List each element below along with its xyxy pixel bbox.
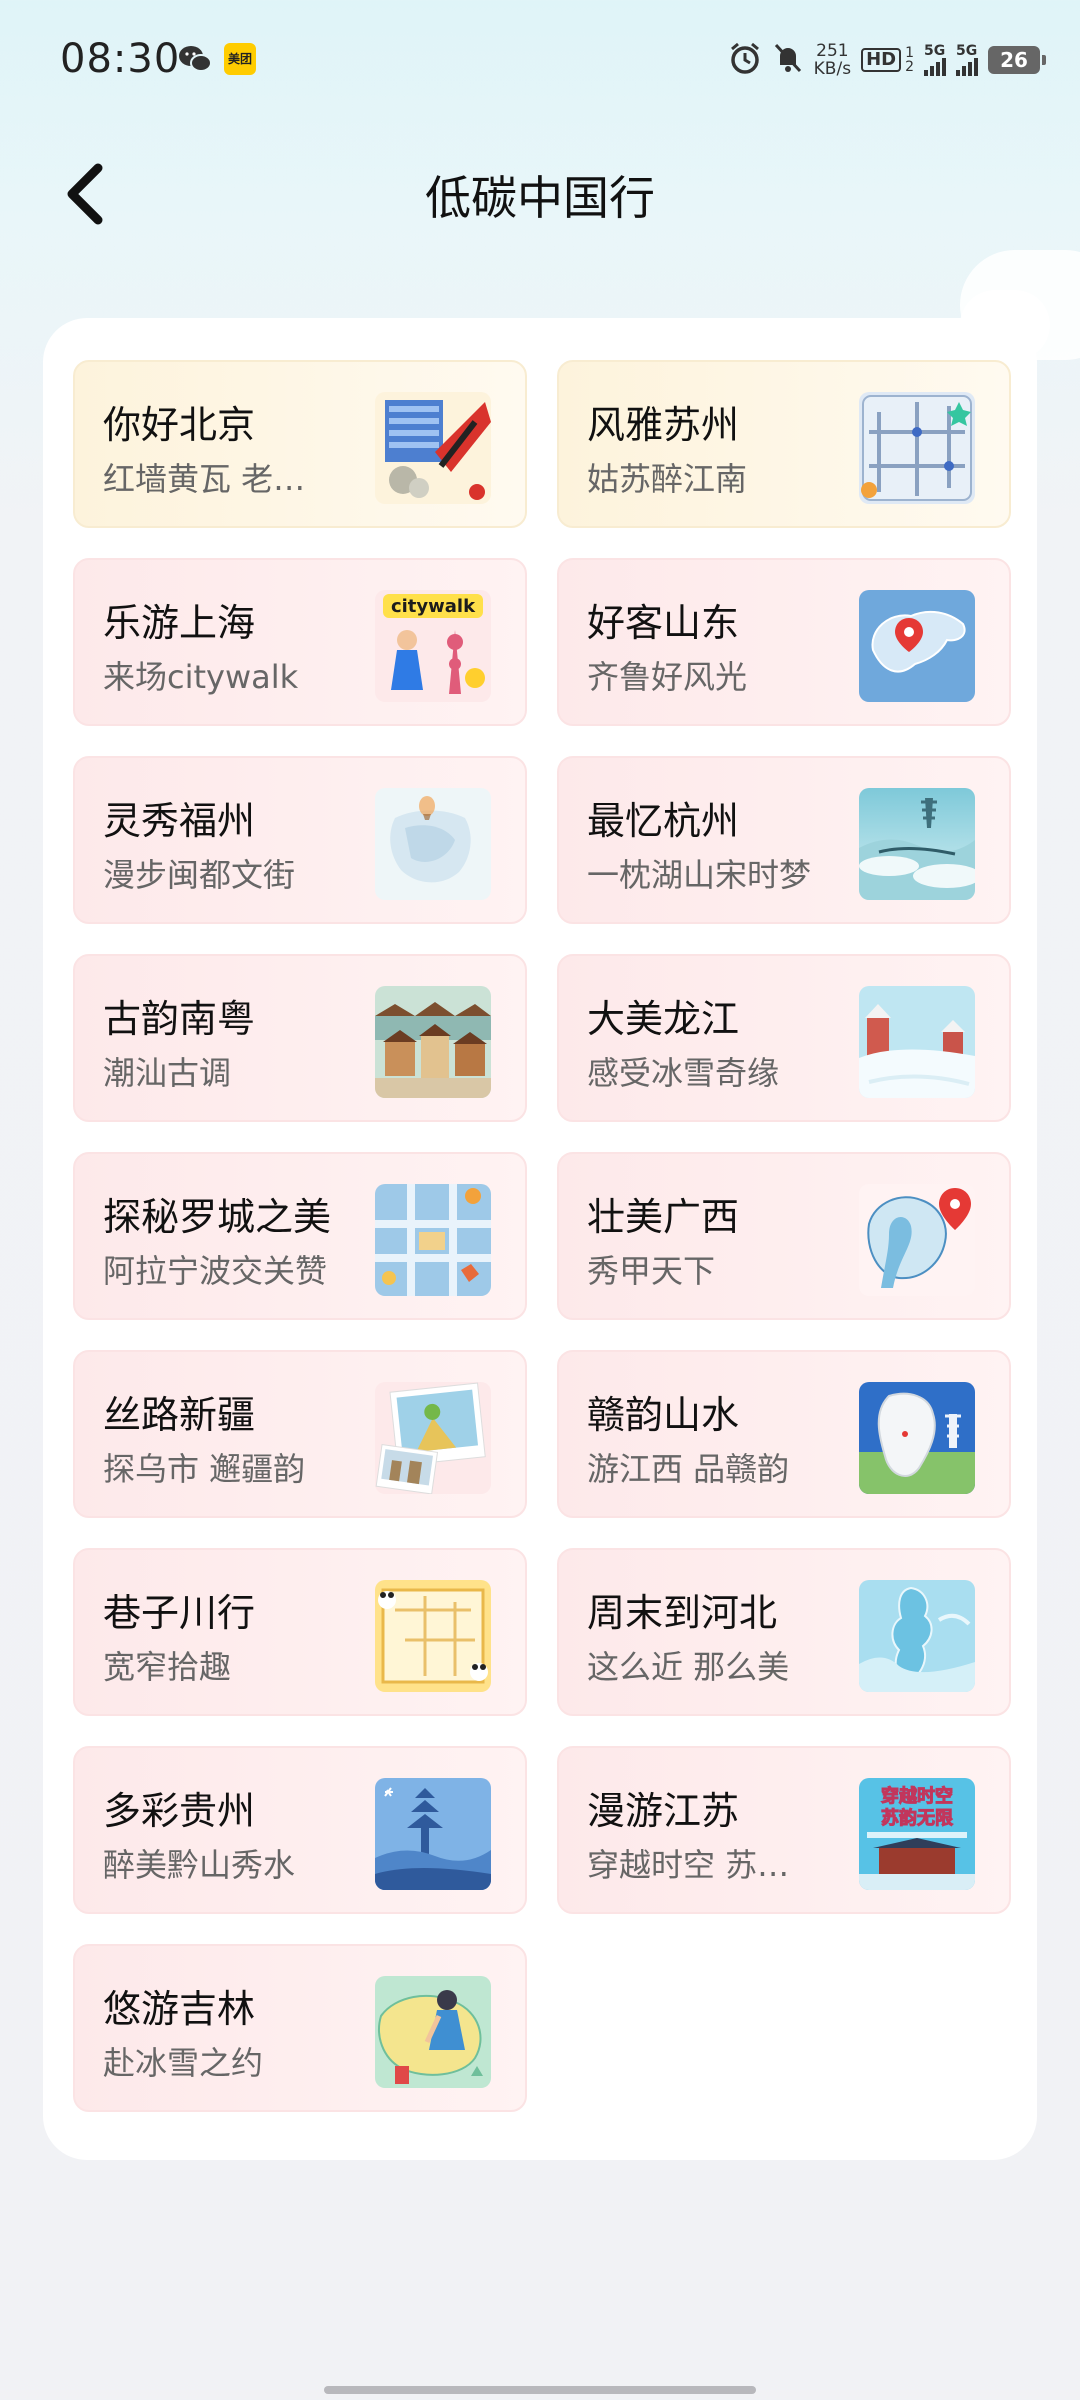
tile-subtitle: 赴冰雪之约 — [103, 2044, 264, 2082]
tile-subtitle: 醉美黔山秀水 — [103, 1846, 296, 1884]
tile-title: 大美龙江 — [587, 997, 740, 1041]
city-list-card: 你好北京 红墙黄瓦 老… 风雅苏州 姑苏醉江南 乐游上海 来场citywalk … — [43, 318, 1037, 2160]
beijing-illustration-icon — [375, 392, 491, 504]
city-tile-suzhou[interactable]: 风雅苏州 姑苏醉江南 — [557, 360, 1011, 528]
tile-subtitle: 来场citywalk — [103, 658, 299, 696]
network-speed: 251 KB/s — [814, 42, 851, 78]
xinjiang-photos-icon — [375, 1382, 491, 1494]
tile-title: 赣韵山水 — [587, 1393, 740, 1437]
guizhou-scene-icon — [375, 1778, 491, 1890]
tile-subtitle: 游江西 品赣韵 — [587, 1450, 790, 1488]
tile-title: 最忆杭州 — [587, 799, 740, 843]
city-tile-fuzhou[interactable]: 灵秀福州 漫步闽都文街 — [73, 756, 527, 924]
city-tile-shandong[interactable]: 好客山东 齐鲁好风光 — [557, 558, 1011, 726]
tile-subtitle: 一枕湖山宋时梦 — [587, 856, 812, 894]
ningbo-map-icon — [375, 1184, 491, 1296]
tile-title: 多彩贵州 — [103, 1789, 256, 1833]
tile-title: 好客山东 — [587, 601, 740, 645]
jiangsu-thumb-line1: 穿越时空 — [881, 1785, 953, 1807]
city-tile-jiangsu[interactable]: 漫游江苏 穿越时空 苏… 穿越时空 苏韵无限 — [557, 1746, 1011, 1914]
city-grid: 你好北京 红墙黄瓦 老… 风雅苏州 姑苏醉江南 乐游上海 来场citywalk … — [73, 360, 1011, 2112]
hebei-map-icon — [859, 1580, 975, 1692]
signal-5g-1-icon: 5G — [924, 44, 946, 76]
tile-subtitle: 探乌市 邂疆韵 — [103, 1450, 306, 1488]
shanghai-citywalk-icon: citywalk — [375, 590, 491, 702]
jiangxi-map-icon — [859, 1382, 975, 1494]
tile-subtitle: 姑苏醉江南 — [587, 460, 748, 498]
shandong-map-icon — [859, 590, 975, 702]
jilin-map-icon — [375, 1976, 491, 2088]
tile-title: 古韵南粤 — [103, 997, 256, 1041]
guangxi-map-icon — [859, 1184, 975, 1296]
jiangsu-poster-icon: 穿越时空 苏韵无限 — [859, 1778, 975, 1890]
snow-scene-icon — [859, 986, 975, 1098]
city-tile-jilin[interactable]: 悠游吉林 赴冰雪之约 — [73, 1944, 527, 2112]
city-tile-longjiang[interactable]: 大美龙江 感受冰雪奇缘 — [557, 954, 1011, 1122]
signal-5g-2-icon: 5G — [956, 44, 978, 76]
city-tile-shanghai[interactable]: 乐游上海 来场citywalk citywalk — [73, 558, 527, 726]
city-tile-beijing[interactable]: 你好北京 红墙黄瓦 老… — [73, 360, 527, 528]
tile-title: 巷子川行 — [103, 1591, 256, 1635]
fuzhou-map-icon — [375, 788, 491, 900]
tile-subtitle: 感受冰雪奇缘 — [587, 1054, 780, 1092]
tile-subtitle: 齐鲁好风光 — [587, 658, 748, 696]
hd-icon: HD — [861, 48, 902, 72]
status-icons: 251 KB/s HD 1 2 5G 5G 26 — [728, 38, 1046, 82]
chaoshan-town-icon — [375, 986, 491, 1098]
tile-subtitle: 宽窄拾趣 — [103, 1648, 232, 1686]
tile-subtitle: 红墙黄瓦 老… — [103, 460, 306, 498]
tile-title: 风雅苏州 — [587, 403, 740, 447]
header: 低碳中国行 — [0, 140, 1080, 240]
network-speed-value: 251 — [816, 41, 849, 61]
tile-title: 探秘罗城之美 — [103, 1195, 332, 1239]
city-tile-hebei[interactable]: 周末到河北 这么近 那么美 — [557, 1548, 1011, 1716]
sim1-label: 1 — [905, 45, 914, 61]
wechat-icon — [178, 44, 212, 74]
city-tile-guizhou[interactable]: 多彩贵州 醉美黔山秀水 — [73, 1746, 527, 1914]
jiangsu-thumb-line2: 苏韵无限 — [881, 1807, 954, 1829]
suzhou-map-icon — [859, 392, 975, 504]
tile-title: 乐游上海 — [103, 601, 256, 645]
tile-subtitle: 穿越时空 苏… — [587, 1846, 790, 1884]
city-tile-xinjiang[interactable]: 丝路新疆 探乌市 邂疆韵 — [73, 1350, 527, 1518]
sichuan-map-icon — [375, 1580, 491, 1692]
tile-title: 灵秀福州 — [103, 799, 256, 843]
meituan-icon: 美团 — [224, 43, 256, 75]
alarm-icon — [728, 41, 762, 79]
tile-title: 壮美广西 — [587, 1195, 740, 1239]
tile-title: 悠游吉林 — [103, 1987, 256, 2031]
tile-title: 漫游江苏 — [587, 1789, 740, 1833]
tile-subtitle: 漫步闽都文街 — [103, 856, 296, 894]
tile-title: 丝路新疆 — [103, 1393, 256, 1437]
sim-indicator: 1 2 — [905, 46, 914, 74]
tile-subtitle: 潮汕古调 — [103, 1054, 232, 1092]
citywalk-thumb-text: citywalk — [391, 596, 476, 617]
city-tile-jiangxi[interactable]: 赣韵山水 游江西 品赣韵 — [557, 1350, 1011, 1518]
city-tile-nanyue[interactable]: 古韵南粤 潮汕古调 — [73, 954, 527, 1122]
tile-subtitle: 秀甲天下 — [587, 1252, 716, 1290]
signal1-label: 5G — [924, 43, 946, 59]
city-tile-guangxi[interactable]: 壮美广西 秀甲天下 — [557, 1152, 1011, 1320]
home-indicator[interactable] — [324, 2386, 756, 2394]
status-time: 08:30 — [60, 36, 181, 82]
battery-icon: 26 — [988, 46, 1046, 74]
city-tile-ningbo[interactable]: 探秘罗城之美 阿拉宁波交关赞 — [73, 1152, 527, 1320]
tile-subtitle: 阿拉宁波交关赞 — [103, 1252, 328, 1290]
mute-bell-icon — [772, 41, 804, 79]
tile-title: 周末到河北 — [587, 1591, 778, 1635]
signal2-label: 5G — [956, 43, 978, 59]
page-title: 低碳中国行 — [425, 171, 655, 225]
network-speed-unit: KB/s — [813, 59, 852, 79]
tile-title: 你好北京 — [103, 403, 256, 447]
city-tile-sichuan[interactable]: 巷子川行 宽窄拾趣 — [73, 1548, 527, 1716]
status-bar: 08:30 美团 251 KB/s HD 1 2 5G 5G 26 — [0, 0, 1080, 120]
city-tile-hangzhou[interactable]: 最忆杭州 一枕湖山宋时梦 — [557, 756, 1011, 924]
tile-subtitle: 这么近 那么美 — [587, 1648, 790, 1686]
sim2-label: 2 — [905, 59, 914, 75]
hangzhou-landscape-icon — [859, 788, 975, 900]
